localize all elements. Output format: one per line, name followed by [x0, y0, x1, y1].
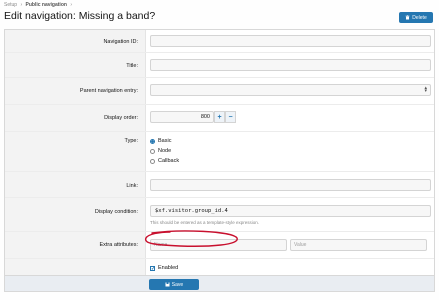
divider	[5, 171, 434, 172]
page-title: Edit navigation: Missing a band?	[4, 10, 156, 22]
decrement-button[interactable]: −	[225, 111, 236, 123]
display-order-label: Display order:	[104, 115, 138, 121]
navigation-form: Navigation ID: Title: Parent navigation …	[4, 29, 435, 292]
delete-button[interactable]: Delete	[399, 12, 433, 23]
parent-navigation-select[interactable]: ▴ ▾	[150, 84, 431, 96]
type-option-node[interactable]: Node	[150, 148, 171, 154]
breadcrumb: Setup › Public navigation ›	[4, 2, 74, 8]
display-condition-label: Display condition:	[94, 209, 138, 215]
divider	[5, 197, 434, 198]
type-label: Type:	[124, 138, 138, 144]
link-label: Link:	[126, 183, 138, 189]
extra-attributes-label: Extra attributes:	[99, 242, 138, 248]
radio-unchecked-icon	[150, 158, 155, 164]
type-option-callback[interactable]: Callback	[150, 158, 179, 164]
breadcrumb-item-public-navigation[interactable]: Public navigation	[26, 2, 67, 8]
increment-button[interactable]: +	[214, 111, 225, 123]
divider	[5, 77, 434, 78]
extra-attribute-name-input[interactable]: Name	[150, 239, 287, 251]
breadcrumb-item-setup[interactable]: Setup	[4, 2, 17, 8]
title-input[interactable]	[150, 59, 431, 71]
parent-navigation-label: Parent navigation entry:	[79, 88, 138, 94]
divider	[5, 131, 434, 132]
breadcrumb-separator: ›	[20, 2, 23, 8]
radio-unchecked-icon	[150, 148, 155, 154]
display-order-input[interactable]: 800	[150, 111, 214, 123]
navigation-id-input[interactable]	[150, 35, 431, 47]
navigation-id-label: Navigation ID:	[103, 39, 138, 45]
save-button[interactable]: Save	[149, 279, 199, 290]
form-footer	[5, 275, 434, 291]
delete-label: Delete	[412, 14, 427, 21]
trash-icon	[405, 15, 410, 20]
divider	[5, 104, 434, 105]
title-label: Title:	[126, 63, 138, 69]
divider	[5, 52, 434, 53]
checkmark-icon: ✓	[150, 265, 156, 272]
type-option-basic[interactable]: Basic	[150, 138, 171, 144]
type-option-label: Node	[158, 148, 172, 154]
enabled-checkbox[interactable]: ✓ Enabled	[150, 265, 178, 271]
save-icon	[165, 282, 170, 287]
link-input[interactable]	[150, 179, 431, 191]
select-arrows-icon: ▴ ▾	[424, 85, 427, 94]
divider	[5, 258, 434, 259]
type-option-label: Basic	[158, 138, 172, 144]
breadcrumb-separator: ›	[70, 2, 72, 8]
extra-attribute-value-input[interactable]: Value	[290, 239, 427, 251]
display-condition-hint: This should be entered as a template-sty…	[150, 220, 260, 225]
enabled-label: Enabled	[158, 265, 179, 271]
display-condition-input[interactable]: $xf.visitor.group_id.4	[150, 205, 431, 217]
type-option-label: Callback	[158, 158, 180, 164]
divider	[5, 231, 434, 232]
save-label: Save	[171, 281, 184, 288]
radio-checked-icon	[150, 138, 155, 144]
label-column	[5, 30, 146, 291]
